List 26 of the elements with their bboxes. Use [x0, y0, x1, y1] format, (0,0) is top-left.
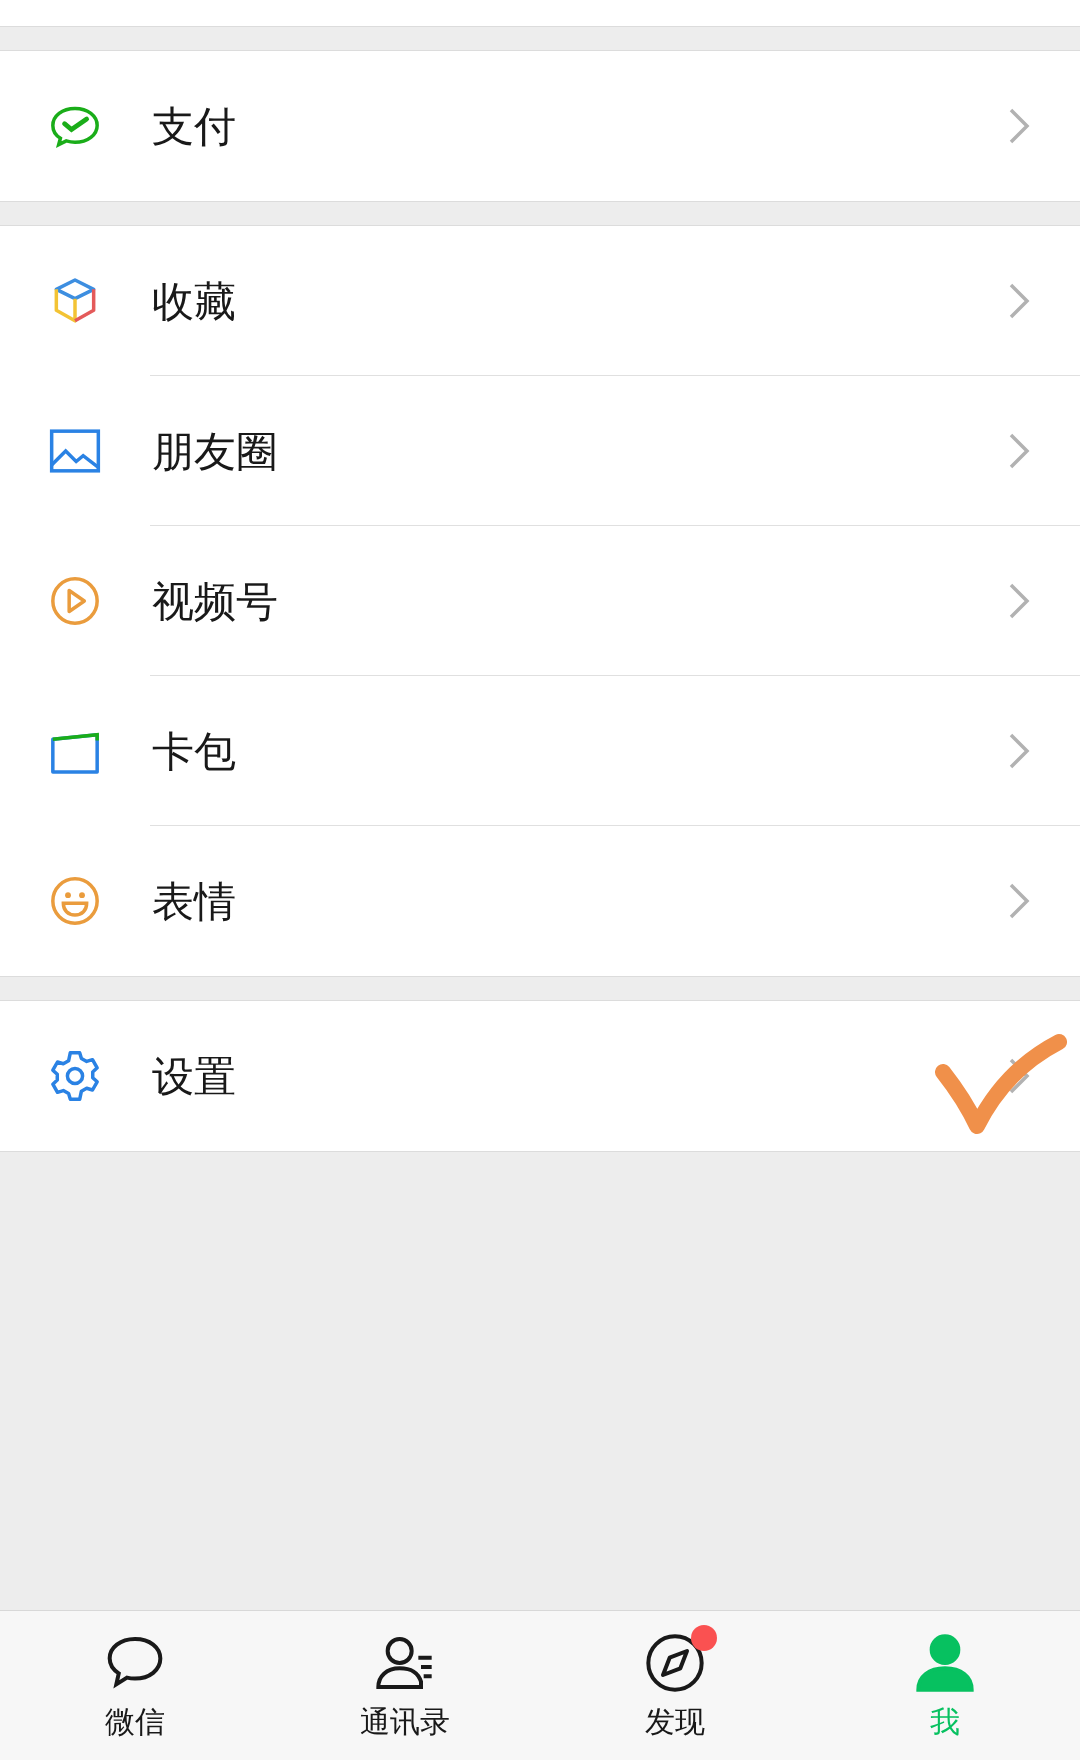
compass-icon [643, 1631, 707, 1695]
menu-item[interactable]: 支付 [0, 51, 1080, 201]
menu-item[interactable]: 收藏 [0, 226, 1080, 376]
chevron-icon [1008, 732, 1030, 770]
tab-item[interactable]: 微信 [105, 1699, 165, 1744]
tab-item[interactable]: 发现 [645, 1699, 705, 1744]
menu-label: 支付 [152, 100, 237, 153]
menu-label: 设置 [152, 1050, 237, 1103]
menu-item[interactable]: 朋友圈 [0, 376, 1080, 526]
menu-item[interactable]: 表情 [0, 826, 1080, 976]
chevron-icon [1008, 882, 1030, 920]
menu-item[interactable]: 卡包 [0, 676, 1080, 826]
menu-item[interactable]: 视频号 [0, 526, 1080, 676]
menu-label: 朋友圈 [152, 425, 279, 478]
chevron-icon [1008, 107, 1030, 145]
menu-label: 视频号 [152, 575, 279, 628]
menu-label: 收藏 [152, 275, 237, 328]
chevron-icon [1008, 582, 1030, 620]
menu-item[interactable]: 设置 [0, 1001, 1080, 1151]
chevron-icon [1008, 432, 1030, 470]
chevron-icon [1008, 282, 1030, 320]
menu-label: 表情 [152, 875, 237, 928]
chevron-icon [1008, 1057, 1030, 1095]
menu-label: 卡包 [152, 725, 237, 778]
tab-item[interactable]: 通讯录 [360, 1699, 450, 1744]
person-icon [913, 1631, 977, 1695]
